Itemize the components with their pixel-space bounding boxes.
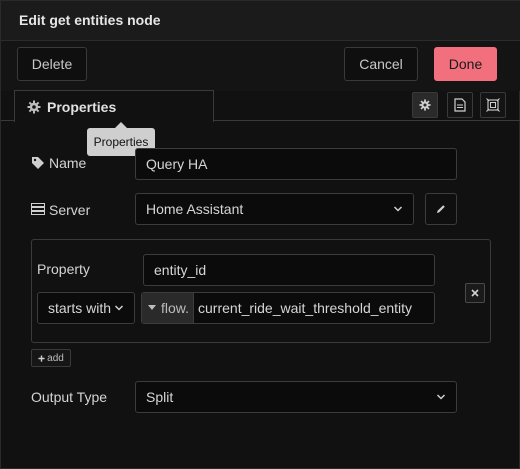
dialog-header: Edit get entities node: [1, 1, 520, 41]
property-input[interactable]: entity_id: [143, 254, 435, 286]
dialog-toolbar: Delete Cancel Done: [1, 41, 520, 91]
value-type-selector[interactable]: flow.: [142, 293, 195, 323]
pencil-icon: [435, 203, 447, 215]
output-type-select[interactable]: Split: [135, 381, 457, 413]
gear-icon[interactable]: [412, 92, 438, 118]
caret-down-icon: [148, 305, 156, 311]
server-value: Home Assistant: [146, 201, 244, 217]
value-typed-input[interactable]: flow. current_ride_wait_threshold_entity: [141, 292, 435, 324]
cancel-button[interactable]: Cancel: [344, 47, 418, 81]
name-label: Name: [49, 155, 87, 171]
description-icon[interactable]: [447, 92, 473, 118]
add-rule-button[interactable]: add: [31, 349, 71, 367]
operator-select[interactable]: starts with: [37, 292, 135, 324]
chevron-down-icon: [436, 392, 446, 402]
name-label-group: Name: [31, 153, 86, 173]
done-button[interactable]: Done: [434, 47, 497, 81]
gear-icon: [27, 100, 41, 114]
delete-button[interactable]: Delete: [17, 47, 87, 81]
output-type-label: Output Type: [31, 389, 108, 405]
server-label-group: Server: [31, 200, 90, 220]
plus-icon: [38, 354, 45, 362]
server-label: Server: [49, 202, 91, 218]
add-label: add: [47, 352, 64, 364]
property-label: Property: [37, 261, 90, 277]
value-text: current_ride_wait_threshold_entity: [198, 300, 413, 316]
chevron-down-icon: [114, 303, 124, 313]
dialog-title: Edit get entities node: [19, 12, 161, 28]
tag-icon: [31, 156, 45, 170]
value-type-label: flow.: [161, 300, 190, 316]
edit-dialog: Edit get entities node Delete Cancel Don…: [0, 0, 520, 469]
remove-rule-button[interactable]: [465, 283, 485, 303]
server-select[interactable]: Home Assistant: [135, 193, 414, 225]
appearance-icon[interactable]: [480, 92, 506, 118]
tab-properties[interactable]: Properties: [14, 90, 214, 122]
name-input[interactable]: Query HA: [135, 148, 457, 180]
server-icon: [31, 203, 45, 217]
chevron-down-icon: [393, 204, 403, 214]
close-icon: [471, 289, 479, 297]
tab-properties-label: Properties: [47, 98, 117, 115]
edit-server-button[interactable]: [425, 193, 457, 225]
output-type-value: Split: [146, 389, 174, 405]
tab-bar: Properties: [1, 89, 520, 122]
operator-value: starts with: [48, 300, 112, 316]
